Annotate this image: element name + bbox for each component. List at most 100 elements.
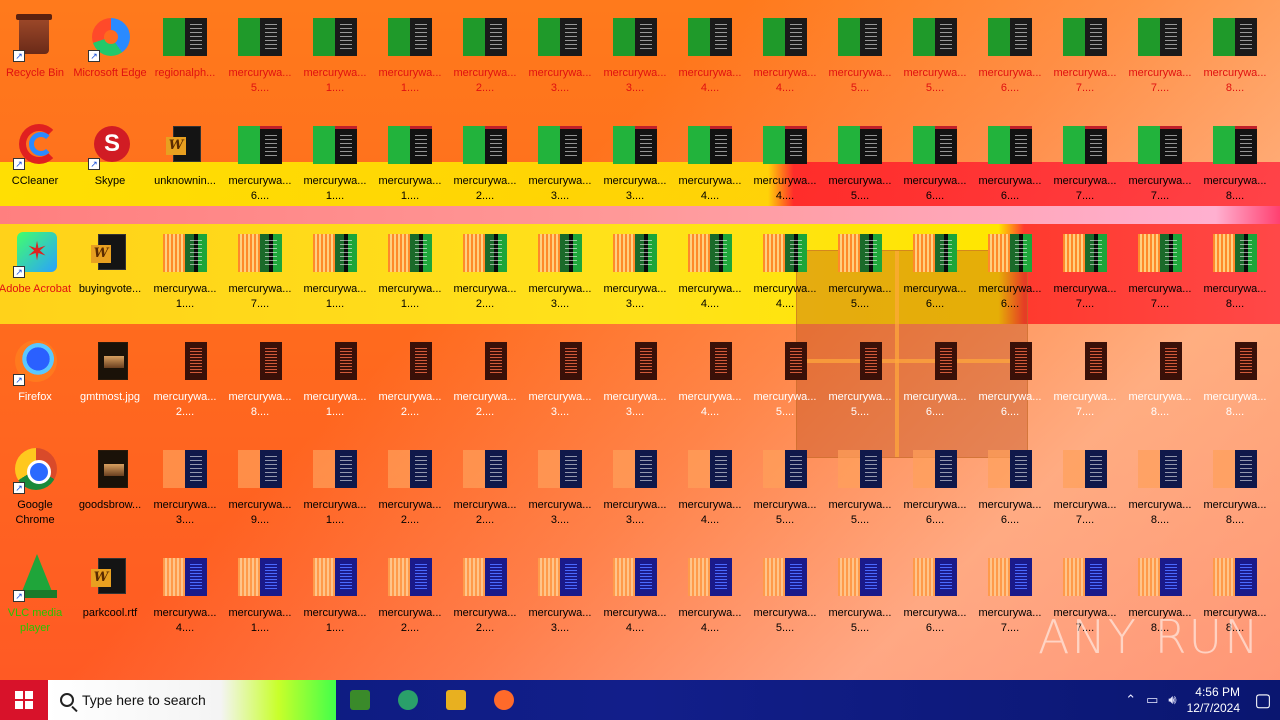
desktop-icon[interactable]: Wunknownin... — [147, 114, 223, 214]
network-icon[interactable]: ▭ — [1146, 692, 1158, 708]
desktop-icon[interactable]: ↗ Recycle Bin — [0, 6, 73, 106]
desktop-icon[interactable]: mercurywa... 5.... — [822, 114, 898, 214]
start-button[interactable] — [0, 680, 48, 720]
desktop-icon[interactable]: mercurywa... 2.... — [447, 546, 523, 646]
desktop-icon[interactable]: mercurywa... 4.... — [672, 114, 748, 214]
desktop-icon[interactable]: mercurywa... 5.... — [822, 6, 898, 106]
desktop-icon[interactable]: mercurywa... 4.... — [672, 6, 748, 106]
desktop-icon[interactable]: mercurywa... 3.... — [597, 6, 673, 106]
desktop-icon[interactable]: mercurywa... 1.... — [372, 6, 448, 106]
desktop-icon[interactable]: mercurywa... 6.... — [972, 438, 1048, 538]
desktop-icon[interactable]: ↗ VLC media player — [0, 546, 73, 646]
desktop-icon[interactable]: mercurywa... 2.... — [372, 438, 448, 538]
desktop-icon[interactable]: mercurywa... 2.... — [447, 222, 523, 322]
desktop-icon[interactable]: mercurywa... 7.... — [1047, 6, 1123, 106]
desktop-icon[interactable]: mercurywa... 7.... — [1122, 6, 1198, 106]
desktop-icon[interactable]: mercurywa... 1.... — [297, 546, 373, 646]
desktop-icon[interactable]: mercurywa... 4.... — [672, 438, 748, 538]
taskbar-task-view-button[interactable] — [336, 680, 384, 720]
desktop-icon[interactable]: mercurywa... 1.... — [297, 6, 373, 106]
desktop-icon[interactable]: mercurywa... 8.... — [1197, 222, 1273, 322]
desktop-icon[interactable]: mercurywa... 1.... — [372, 222, 448, 322]
desktop-icon[interactable]: mercurywa... 1.... — [297, 438, 373, 538]
desktop-icon[interactable]: ↗ Google Chrome — [0, 438, 73, 538]
desktop-icon[interactable]: mercurywa... 7.... — [1047, 222, 1123, 322]
desktop-icon[interactable]: mercurywa... 2.... — [147, 330, 223, 430]
desktop-icon[interactable]: mercurywa... 4.... — [672, 546, 748, 646]
taskbar-firefox-button[interactable] — [480, 680, 528, 720]
desktop-icon[interactable]: mercurywa... 2.... — [372, 546, 448, 646]
volume-icon[interactable]: 🔊︎ — [1168, 692, 1176, 708]
desktop-icon[interactable]: mercurywa... 3.... — [522, 330, 598, 430]
desktop-icon[interactable]: mercurywa... 5.... — [897, 6, 973, 106]
desktop-icon[interactable]: mercurywa... 7.... — [1047, 438, 1123, 538]
desktop-icon[interactable]: mercurywa... 4.... — [672, 222, 748, 322]
desktop-icon[interactable]: mercurywa... 7.... — [972, 546, 1048, 646]
desktop-icon[interactable]: mercurywa... 6.... — [972, 222, 1048, 322]
desktop-icon[interactable]: mercurywa... 6.... — [972, 6, 1048, 106]
desktop-icon[interactable]: ↗ Microsoft Edge — [72, 6, 148, 106]
desktop-icon[interactable]: mercurywa... 3.... — [522, 6, 598, 106]
desktop-icon[interactable]: mercurywa... 6.... — [897, 546, 973, 646]
desktop-icon[interactable]: mercurywa... 7.... — [1122, 222, 1198, 322]
desktop-icon[interactable]: mercurywa... 5.... — [822, 546, 898, 646]
desktop-icon[interactable]: mercurywa... 4.... — [747, 6, 823, 106]
desktop-icon[interactable]: mercurywa... 7.... — [222, 222, 298, 322]
desktop-icon[interactable]: S ↗ Skype — [72, 114, 148, 214]
desktop-icon[interactable]: mercurywa... 9.... — [222, 438, 298, 538]
desktop-icon[interactable]: mercurywa... 4.... — [597, 546, 673, 646]
desktop-icon[interactable]: Wbuyingvote... — [72, 222, 148, 322]
desktop-icon[interactable]: mercurywa... 5.... — [822, 438, 898, 538]
desktop-icon[interactable]: mercurywa... 4.... — [672, 330, 748, 430]
desktop-icon[interactable]: mercurywa... 8.... — [1197, 114, 1273, 214]
desktop-icon[interactable]: mercurywa... 2.... — [372, 330, 448, 430]
desktop-icon[interactable]: mercurywa... 6.... — [972, 330, 1048, 430]
desktop-icon[interactable]: mercurywa... 4.... — [747, 222, 823, 322]
desktop-icon[interactable]: mercurywa... 1.... — [222, 546, 298, 646]
desktop-icon[interactable]: mercurywa... 3.... — [597, 330, 673, 430]
desktop-icon[interactable]: mercurywa... 4.... — [147, 546, 223, 646]
desktop-icon[interactable]: ↗ Adobe Acrobat — [0, 222, 73, 322]
desktop-icon[interactable]: mercurywa... 6.... — [897, 330, 973, 430]
desktop-icon[interactable]: ↗ Firefox — [0, 330, 73, 430]
desktop-icon[interactable]: mercurywa... 8.... — [1122, 330, 1198, 430]
desktop-icon[interactable]: mercurywa... 7.... — [1047, 330, 1123, 430]
desktop-icon[interactable]: mercurywa... 8.... — [1197, 330, 1273, 430]
desktop-icon[interactable]: mercurywa... 3.... — [597, 438, 673, 538]
desktop-icon[interactable]: mercurywa... 7.... — [1047, 114, 1123, 214]
desktop-icon[interactable]: mercurywa... 6.... — [972, 114, 1048, 214]
desktop-icon[interactable]: mercurywa... 1.... — [297, 330, 373, 430]
desktop-icon[interactable]: mercurywa... 2.... — [447, 330, 523, 430]
desktop-icon[interactable]: mercurywa... 3.... — [147, 438, 223, 538]
desktop-icon[interactable]: mercurywa... 1.... — [372, 114, 448, 214]
taskbar-clock[interactable]: 4:56 PM 12/7/2024 — [1187, 684, 1240, 716]
desktop-icon[interactable]: mercurywa... 2.... — [447, 438, 523, 538]
desktop-icon[interactable]: mercurywa... 3.... — [522, 438, 598, 538]
desktop-icon[interactable]: mercurywa... 1.... — [297, 114, 373, 214]
desktop-icon[interactable]: mercurywa... 5.... — [222, 6, 298, 106]
desktop-icon[interactable]: mercurywa... 2.... — [447, 114, 523, 214]
desktop-icon[interactable]: regionalph... — [147, 6, 223, 106]
desktop-icon[interactable]: mercurywa... 4.... — [747, 114, 823, 214]
desktop-icon[interactable]: mercurywa... 1.... — [147, 222, 223, 322]
desktop-icon[interactable]: mercurywa... 6.... — [897, 114, 973, 214]
desktop-icon[interactable]: mercurywa... 8.... — [1197, 6, 1273, 106]
desktop-icon[interactable]: mercurywa... 6.... — [897, 438, 973, 538]
desktop-icon[interactable]: mercurywa... 5.... — [822, 222, 898, 322]
desktop-icon[interactable]: mercurywa... 5.... — [747, 330, 823, 430]
desktop-icon[interactable]: mercurywa... 3.... — [597, 222, 673, 322]
desktop-icon[interactable]: mercurywa... 5.... — [822, 330, 898, 430]
chevron-up-icon[interactable]: ⌃ — [1125, 692, 1136, 708]
desktop-icon[interactable]: goodsbrow... — [72, 438, 148, 538]
taskbar-search-box[interactable]: Type here to search — [48, 680, 336, 720]
desktop-icon[interactable]: mercurywa... 3.... — [522, 546, 598, 646]
desktop-icon[interactable]: mercurywa... 3.... — [522, 114, 598, 214]
taskbar-edge-button[interactable] — [384, 680, 432, 720]
taskbar-file-explorer-button[interactable] — [432, 680, 480, 720]
desktop-icon[interactable]: mercurywa... 6.... — [897, 222, 973, 322]
desktop-icon[interactable]: mercurywa... 3.... — [522, 222, 598, 322]
desktop-icon[interactable]: mercurywa... 6.... — [222, 114, 298, 214]
desktop-icon[interactable]: mercurywa... 3.... — [597, 114, 673, 214]
desktop-icon[interactable]: mercurywa... 8.... — [1122, 438, 1198, 538]
desktop-icon[interactable]: ↗ CCleaner — [0, 114, 73, 214]
